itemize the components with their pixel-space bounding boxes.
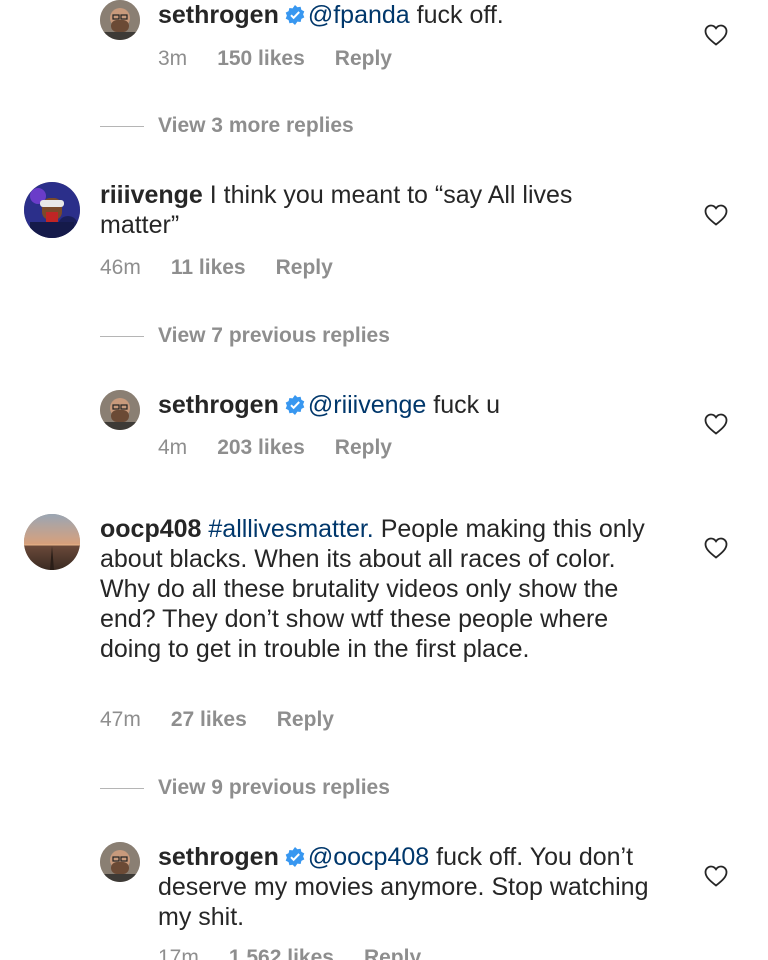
comment-username[interactable]: sethrogen <box>158 1 279 29</box>
view-previous-replies-button[interactable]: View 7 previous replies <box>100 324 390 348</box>
comment-time: 47m <box>100 708 141 731</box>
reply-button[interactable]: Reply <box>277 708 334 732</box>
comment-likes[interactable]: 11 likes <box>171 256 246 280</box>
comment-likes[interactable]: 150 likes <box>217 47 305 71</box>
avatar-riiivenge[interactable] <box>24 182 80 238</box>
mention-link[interactable]: @riiivenge <box>308 391 426 419</box>
view-more-label: View 7 previous replies <box>158 324 390 347</box>
avatar-sethrogen[interactable] <box>100 842 140 882</box>
comment-likes[interactable]: 203 likes <box>217 436 305 460</box>
verified-badge-icon <box>285 2 305 25</box>
reply-button[interactable]: Reply <box>276 256 333 280</box>
mention-link[interactable]: @oocp408 <box>308 843 429 871</box>
comment-body: fuck u <box>426 391 500 419</box>
comment-time: 17m <box>158 946 199 960</box>
comment-meta: 3m 150 likes Reply <box>158 47 392 71</box>
comment-username[interactable]: oocp408 <box>100 515 201 543</box>
verified-badge-icon <box>285 392 305 415</box>
comment-body: fuck off. <box>409 1 504 29</box>
comment-meta: 46m 11 likes Reply <box>100 256 333 280</box>
verified-badge-icon <box>285 844 305 867</box>
comment-text: sethrogen @oocp408 fuck off. You don’t de… <box>158 842 658 932</box>
avatar-sethrogen[interactable] <box>100 390 140 430</box>
avatar-oocp408[interactable] <box>24 514 80 570</box>
heart-outline-icon[interactable] <box>704 204 728 226</box>
comment-likes[interactable]: 1,562 likes <box>229 946 334 960</box>
heart-outline-icon[interactable] <box>704 537 728 559</box>
comment-username[interactable]: sethrogen <box>158 391 279 419</box>
view-previous-replies-button[interactable]: View 9 previous replies <box>100 776 390 800</box>
comment-meta: 17m 1,562 likes Reply <box>158 946 421 960</box>
comment-text: sethrogen @fpanda fuck off. <box>158 0 678 30</box>
comment-time: 3m <box>158 47 188 70</box>
comment-text: sethrogen @riiivenge fuck u <box>158 390 678 420</box>
hashtag-link[interactable]: #alllivesmatter. <box>208 515 373 543</box>
reply-button[interactable]: Reply <box>364 946 421 960</box>
heart-outline-icon[interactable] <box>704 413 728 435</box>
reply-button[interactable]: Reply <box>335 436 392 460</box>
comment-time: 46m <box>100 256 141 279</box>
mention-link[interactable]: @fpanda <box>308 1 410 29</box>
divider-line <box>100 335 144 337</box>
comment-text: riiivenge I think you meant to “say All … <box>100 180 640 240</box>
reply-button[interactable]: Reply <box>335 47 392 71</box>
divider-line <box>100 787 144 789</box>
comment-likes[interactable]: 27 likes <box>171 708 247 732</box>
comment-username[interactable]: riiivenge <box>100 181 203 209</box>
avatar-sethrogen[interactable] <box>100 0 140 40</box>
view-more-replies-button[interactable]: View 3 more replies <box>100 114 354 138</box>
view-more-label: View 3 more replies <box>158 114 354 137</box>
comment-username[interactable]: sethrogen <box>158 843 279 871</box>
comment-meta: 47m 27 likes Reply <box>100 708 334 732</box>
comment-meta: 4m 203 likes Reply <box>158 436 392 460</box>
comment-text: oocp408 #alllivesmatter. People making t… <box>100 514 670 664</box>
divider-line <box>100 125 144 127</box>
view-more-label: View 9 previous replies <box>158 776 390 799</box>
heart-outline-icon[interactable] <box>704 24 728 46</box>
heart-outline-icon[interactable] <box>704 865 728 887</box>
comment-time: 4m <box>158 436 188 459</box>
